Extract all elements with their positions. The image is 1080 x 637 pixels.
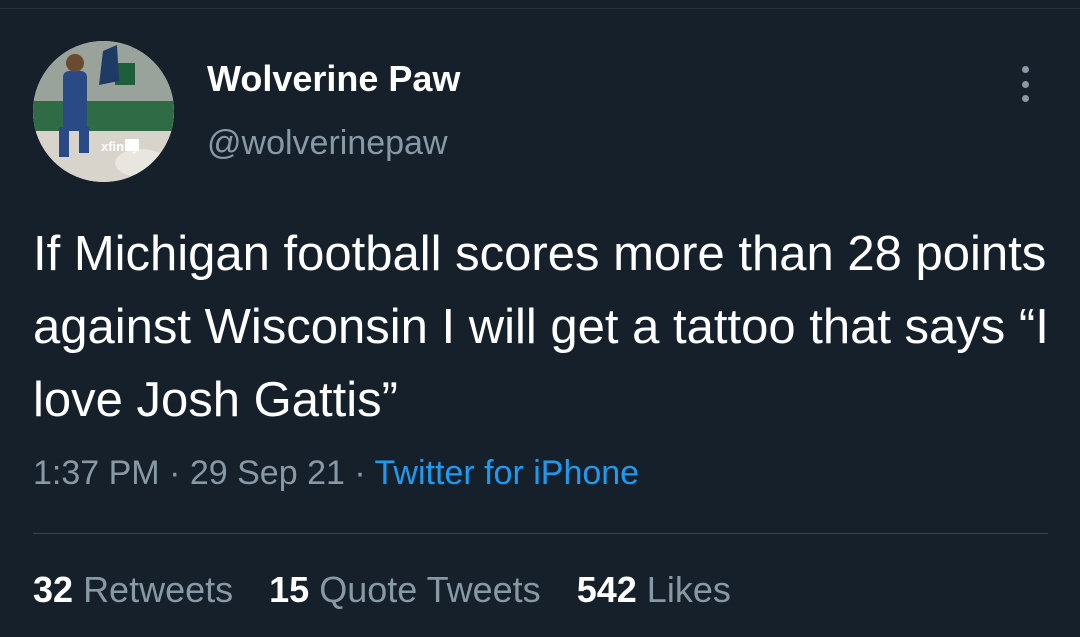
- quote-tweets-count: 15: [269, 569, 310, 610]
- tweet-meta: 1:37 PM · 29 Sep 21 · Twitter for iPhone: [33, 454, 639, 493]
- top-border: [0, 0, 1080, 9]
- retweets-stat[interactable]: 32 Retweets: [33, 569, 233, 610]
- more-dot: [1021, 66, 1029, 73]
- more-dot: [1021, 80, 1029, 88]
- tweet-text: If Michigan football scores more than 28…: [33, 227, 1049, 427]
- meta-separator: ·: [354, 454, 366, 492]
- meta-separator: ·: [169, 454, 181, 492]
- likes-label: Likes: [646, 569, 731, 610]
- tweet-card: xfinity Wolverine Paw @wolverinepaw If M…: [0, 0, 1080, 637]
- avatar-caption: xfinity: [101, 139, 140, 154]
- more-options-icon[interactable]: [1010, 66, 1040, 102]
- divider: [33, 533, 1048, 534]
- likes-stat[interactable]: 542 Likes: [577, 569, 731, 610]
- tweet-date[interactable]: 29 Sep 21: [190, 454, 345, 492]
- quote-tweets-label: Quote Tweets: [319, 569, 541, 610]
- tweet-time[interactable]: 1:37 PM: [33, 454, 160, 492]
- handle[interactable]: @wolverinepaw: [207, 124, 448, 163]
- tweet-source-link[interactable]: Twitter for iPhone: [375, 454, 640, 492]
- likes-count: 542: [576, 569, 637, 610]
- avatar[interactable]: xfinity: [33, 41, 174, 182]
- display-name[interactable]: Wolverine Paw: [207, 58, 460, 100]
- tweet-stats: 32 Retweets 15 Quote Tweets 542 Likes: [33, 569, 757, 611]
- avatar-image: xfinity: [33, 41, 174, 182]
- more-dot: [1021, 95, 1029, 102]
- quote-tweets-stat[interactable]: 15 Quote Tweets: [269, 569, 541, 610]
- retweets-label: Retweets: [83, 569, 234, 610]
- retweets-count: 32: [33, 569, 74, 610]
